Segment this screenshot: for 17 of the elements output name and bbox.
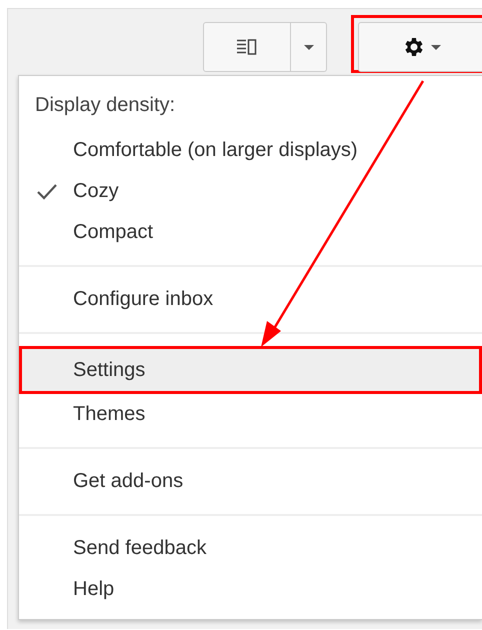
settings-button[interactable] (358, 22, 482, 72)
menu-item[interactable]: Settings (19, 346, 482, 394)
view-dropdown-button[interactable] (291, 22, 327, 72)
menu-heading: Display density: (34, 93, 176, 118)
menu-item[interactable]: Cozy (19, 171, 482, 212)
menu-item[interactable]: Compact (19, 212, 482, 253)
menu-item[interactable]: Configure inbox (19, 279, 482, 320)
menu-item[interactable]: Get add-ons (19, 461, 482, 502)
menu-item[interactable]: Comfortable (on larger displays) (19, 130, 482, 171)
menu-item[interactable]: Send feedback (19, 528, 482, 569)
view-button[interactable] (203, 22, 291, 72)
caret-icon (430, 44, 440, 50)
check-icon (37, 184, 57, 200)
list-pane-icon (237, 39, 257, 55)
menu-item[interactable]: Themes (19, 394, 482, 435)
caret-icon (304, 44, 314, 50)
menu-item[interactable]: Help (19, 569, 482, 610)
